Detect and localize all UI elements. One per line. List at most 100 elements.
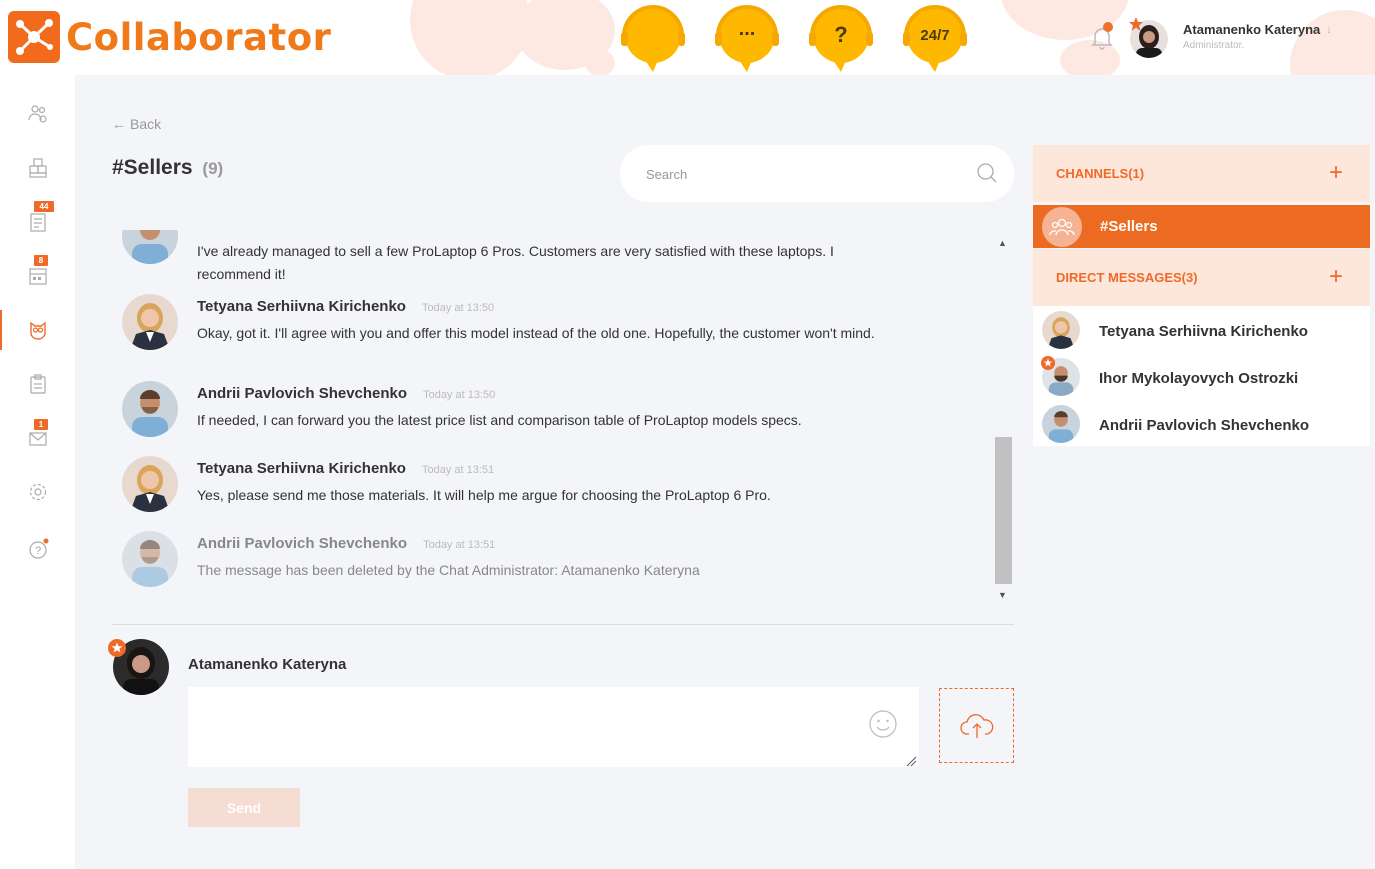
notification-dot — [1103, 22, 1113, 32]
message-author[interactable]: Andrii Pavlovich Shevchenko Today at 13:5… — [197, 385, 495, 402]
send-button[interactable]: Send — [188, 788, 300, 827]
resize-handle-icon[interactable] — [905, 755, 917, 767]
channel-item-sellers[interactable]: #Sellers — [1033, 205, 1370, 248]
dm-item[interactable]: Andrii Pavlovich Shevchenko — [1033, 401, 1370, 448]
dm-name: Ihor Mykolayovych Ostrozki — [1099, 370, 1299, 387]
message-text: I've already managed to sell a few ProLa… — [197, 243, 834, 282]
dm-item[interactable]: Ihor Mykolayovych Ostrozki — [1033, 354, 1370, 401]
decor-bubble — [410, 0, 530, 75]
avatar — [122, 456, 178, 512]
svg-text:?: ? — [34, 545, 40, 557]
author-name: Andrii Pavlovich Shevchenko — [197, 385, 408, 402]
search-icon[interactable] — [976, 162, 998, 184]
team-settings-icon — [27, 105, 47, 123]
avatar — [122, 531, 178, 587]
message-time: Today at 13:51 — [423, 539, 496, 551]
decor-bubble — [1290, 10, 1375, 75]
author-name: Tetyana Serhiivna Kirichenko — [197, 460, 406, 477]
back-label: Back — [130, 116, 162, 132]
support-help-button[interactable]: ? — [806, 2, 876, 74]
sidebar-item-alphabet[interactable] — [0, 146, 75, 190]
project-board-icon — [28, 268, 47, 285]
arrow-left-icon: ← — [112, 116, 126, 132]
direct-messages-list: Tetyana Serhiivna Kirichenko Ihor Mykola… — [1033, 306, 1370, 446]
admin-star-icon — [108, 639, 126, 657]
add-direct-message-icon[interactable]: + — [1329, 263, 1343, 291]
sidebar-item-settings[interactable] — [0, 470, 75, 514]
abc-blocks-icon — [28, 158, 47, 178]
upload-file-button[interactable] — [939, 688, 1014, 763]
user-name[interactable]: Atamanenko Kateryna — [1183, 22, 1320, 37]
avatar — [122, 294, 178, 350]
headset-chat-icon — [621, 5, 685, 72]
tasks-badge: 44 — [34, 201, 54, 212]
scrollbar-thumb[interactable] — [995, 437, 1012, 584]
admin-star-icon — [1041, 356, 1055, 370]
support-headset-button[interactable] — [618, 2, 688, 74]
gear-icon — [29, 483, 46, 501]
channel-label: #Sellers — [1100, 218, 1158, 235]
sidebar-item-clipboard[interactable] — [0, 362, 75, 406]
avatar — [1042, 405, 1080, 443]
search-input[interactable] — [646, 163, 946, 185]
cloud-upload-icon — [959, 713, 993, 738]
composer-author: Atamanenko Kateryna — [188, 656, 347, 673]
admin-star-icon — [1129, 17, 1143, 31]
logo-icon — [8, 11, 60, 63]
sidebar-item-help[interactable]: ? — [0, 527, 75, 571]
channel-title: #Sellers — [112, 156, 193, 179]
message-list[interactable]: I've already managed to sell a few ProLa… — [112, 230, 992, 606]
message-text: If needed, I can forward you the latest … — [197, 412, 802, 428]
avatar — [122, 381, 178, 437]
app-logo[interactable]: Collaborator — [8, 11, 331, 63]
direct-messages-header: DIRECT MESSAGES(3) + — [1033, 249, 1370, 306]
message-author[interactable]: Tetyana Serhiivna Kirichenko Today at 13:… — [197, 460, 494, 477]
user-role: Administrator. — [1183, 40, 1245, 51]
channels-header: CHANNELS(1) + — [1033, 145, 1370, 202]
dm-name: Tetyana Serhiivna Kirichenko — [1099, 323, 1308, 340]
add-channel-icon[interactable]: + — [1329, 159, 1343, 187]
message-time: Today at 13:51 — [421, 464, 495, 476]
scroll-up-arrow-icon[interactable]: ▲ — [998, 238, 1007, 248]
group-icon — [1042, 207, 1082, 247]
channels-title[interactable]: CHANNELS(1) — [1056, 166, 1144, 181]
author-name: Tetyana Serhiivna Kirichenko — [197, 298, 406, 315]
search-box — [620, 145, 1014, 202]
message-author[interactable]: Tetyana Serhiivna Kirichenko Today at 13:… — [197, 298, 494, 315]
member-count[interactable]: (9) — [202, 159, 223, 178]
message-time: Today at 13:50 — [421, 302, 495, 314]
dm-name: Andrii Pavlovich Shevchenko — [1099, 417, 1310, 434]
help-circle-icon: ? — [28, 538, 48, 559]
message-input[interactable] — [188, 687, 919, 767]
projects-badge: 8 — [34, 255, 48, 266]
page-title: #Sellers (9) — [112, 156, 223, 180]
document-list-icon — [29, 213, 46, 232]
dm-item[interactable]: Tetyana Serhiivna Kirichenko — [1033, 307, 1370, 354]
avatar — [1042, 311, 1080, 349]
clipboard-icon — [29, 374, 46, 394]
sidebar: 44 8 1 ? — [0, 75, 75, 869]
mail-badge: 1 — [34, 419, 48, 430]
support-label: ... — [738, 18, 756, 40]
message-time: Today at 13:50 — [423, 389, 496, 401]
message-text: The message has been deleted by the Chat… — [197, 562, 700, 578]
mail-icon — [28, 432, 47, 446]
sidebar-item-chat[interactable] — [0, 308, 75, 352]
support-chat-button[interactable]: ... — [712, 2, 782, 74]
chevron-down-icon[interactable]: ↓ — [1326, 22, 1332, 36]
divider — [112, 624, 1014, 625]
support-label: ? — [834, 22, 848, 47]
scroll-down-arrow-icon[interactable]: ▼ — [998, 590, 1007, 600]
logo-text: Collaborator — [66, 15, 332, 59]
author-name: Andrii Pavlovich Shevchenko — [197, 535, 408, 552]
emoji-icon[interactable] — [868, 709, 898, 739]
support-247-button[interactable]: 24/7 — [900, 2, 970, 74]
message-author[interactable]: Andrii Pavlovich Shevchenko Today at 13:5… — [197, 535, 495, 552]
direct-messages-title[interactable]: DIRECT MESSAGES(3) — [1056, 270, 1198, 285]
sidebar-item-team[interactable] — [0, 92, 75, 136]
back-link[interactable]: ← Back — [112, 116, 161, 132]
support-label: 24/7 — [920, 27, 950, 44]
message-text: Yes, please send me those materials. It … — [197, 487, 771, 503]
decor-bubble — [585, 50, 615, 75]
message-composer — [188, 687, 919, 767]
